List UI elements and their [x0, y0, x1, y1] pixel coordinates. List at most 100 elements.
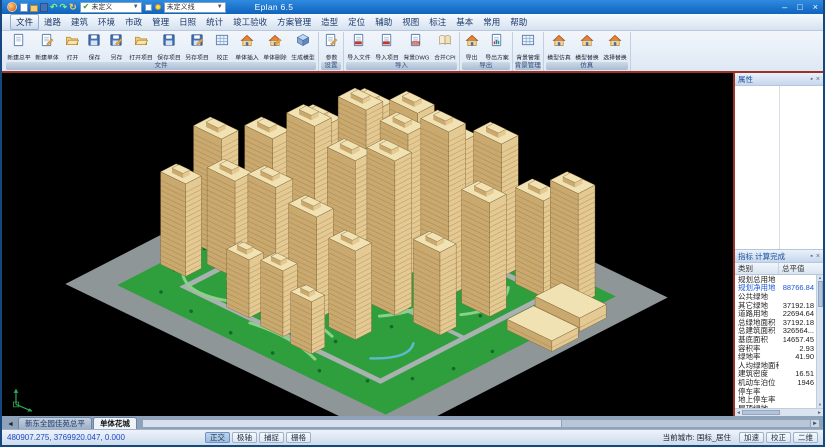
menu-item-环境[interactable]: 环境 [93, 15, 120, 29]
main-area: 属性 ▪ × 指标 计算完成 ▪ × 类别 总平值 规 [2, 71, 823, 416]
ribbon-button-label: 另存项目 [185, 53, 208, 62]
viewport-canvas[interactable] [2, 73, 733, 416]
二维-button[interactable]: 二维 [793, 432, 818, 443]
保存-button[interactable]: 保存 [83, 32, 105, 62]
menu-item-基本[interactable]: 基本 [451, 15, 478, 29]
house-icon [465, 33, 479, 52]
toggle-捕捉[interactable]: 捕捉 [259, 432, 284, 443]
minimize-button[interactable]: – [782, 3, 787, 12]
redo-icon[interactable]: ↷ [60, 3, 68, 12]
menu-item-常用[interactable]: 常用 [478, 15, 505, 29]
pin-icon[interactable]: ▪ [810, 76, 812, 83]
scroll-right-icon[interactable]: ► [816, 410, 823, 416]
ribbon-button-label: 打开项目 [129, 53, 152, 62]
背景DWG-button[interactable]: DWG背景DWG [401, 32, 432, 62]
参数-button[interactable]: 参数 [320, 32, 342, 62]
ribbon-button-label: 模型仿真 [547, 53, 570, 62]
document-tabs: 新东全园佳苑总平单体花城 [18, 417, 137, 429]
ribbon-group-导入: 导入文件导入项目DWG背景DWG合并CPI导入 [344, 32, 460, 71]
refresh-icon[interactable]: ↻ [69, 3, 77, 12]
properties-panel-header: 属性 ▪ × [735, 73, 823, 86]
ribbon-button-label: 模型替换 [575, 53, 598, 62]
保存项目-button[interactable]: 保存项目 [155, 32, 183, 62]
menu-item-帮助[interactable]: 帮助 [505, 15, 532, 29]
选择替换-button[interactable]: 选择替换 [601, 32, 629, 62]
menu-item-统计[interactable]: 统计 [201, 15, 228, 29]
scrollbar-thumb[interactable] [143, 420, 562, 427]
scroll-left-icon[interactable]: ◄ [735, 410, 742, 416]
menu-item-市政[interactable]: 市政 [120, 15, 147, 29]
menu-item-造型[interactable]: 造型 [316, 15, 343, 29]
scrollbar-thumb[interactable] [742, 410, 780, 415]
style-combobox[interactable]: ✔ 未定义 ▼ [80, 2, 142, 13]
背景管理-button[interactable]: 背景管理 [514, 32, 542, 62]
menu-item-方案管理[interactable]: 方案管理 [272, 15, 316, 29]
校正-button[interactable]: 校正 [766, 432, 791, 443]
import-icon [380, 33, 394, 52]
open-icon[interactable] [30, 5, 38, 12]
单体插入-button[interactable]: 单体插入 [233, 32, 261, 62]
导入项目-button[interactable]: 导入项目 [373, 32, 401, 62]
toggle-正交[interactable]: 正交 [205, 432, 230, 443]
layer-checkbox[interactable] [145, 4, 152, 11]
menu-item-视图[interactable]: 视图 [397, 15, 424, 29]
打开项目-button[interactable]: 打开项目 [127, 32, 155, 62]
restore-button[interactable]: □ [797, 3, 802, 12]
horizontal-scrollbar[interactable]: ◄ ► [735, 408, 823, 416]
校正-button[interactable]: 校正 [211, 32, 233, 62]
indicator-panel-title: 指标 计算完成 [738, 251, 785, 262]
linetype-combobox[interactable]: 未定义线 ▼ [164, 2, 226, 13]
生成模型-button[interactable]: 生成模型 [289, 32, 317, 62]
tab-scroll-left-icon[interactable]: ◄ [4, 421, 17, 429]
ribbon-button-label: 背景管理 [516, 53, 539, 62]
scrollbar-thumb[interactable] [818, 281, 823, 307]
另存项目-button[interactable]: 另存项目 [183, 32, 211, 62]
scroll-right-icon[interactable]: ► [810, 420, 819, 427]
另存-button[interactable]: 另存 [105, 32, 127, 62]
document-tab-单体花城[interactable]: 单体花城 [93, 417, 137, 429]
导出-button[interactable]: 导出 [461, 32, 483, 62]
ribbon-group-label: 设置 [321, 62, 341, 70]
vertical-scrollbar[interactable]: ▲ ▼ [816, 275, 823, 408]
ribbon-button-label: 校正 [216, 53, 228, 62]
menu-item-文件[interactable]: 文件 [10, 14, 39, 30]
pin-icon[interactable]: ▪ [810, 253, 812, 260]
menu-item-建筑[interactable]: 建筑 [66, 15, 93, 29]
ribbon-button-label: 背景DWG [403, 53, 429, 62]
menu-item-标注[interactable]: 标注 [424, 15, 451, 29]
close-icon[interactable]: × [816, 253, 820, 260]
indicator-table-body: 规划总用地规划净用地88766.84公共绿地其它绿地37192.18道路用地22… [735, 275, 823, 408]
save-icon[interactable] [40, 3, 48, 12]
导出方案-button[interactable]: 导出方案 [483, 32, 511, 62]
folder-icon [134, 33, 148, 52]
打开-button[interactable]: 打开 [61, 32, 83, 62]
document-tab-新东全园佳苑总平[interactable]: 新东全园佳苑总平 [18, 417, 92, 429]
模型仿真-button[interactable]: 模型仿真 [545, 32, 573, 62]
close-button[interactable]: × [813, 3, 818, 12]
menu-item-辅助[interactable]: 辅助 [370, 15, 397, 29]
menu-item-道路[interactable]: 道路 [39, 15, 66, 29]
new-icon[interactable] [20, 3, 28, 12]
新建总平-button[interactable]: 新建总平 [5, 32, 33, 62]
params-icon [324, 33, 338, 52]
menu-item-定位[interactable]: 定位 [343, 15, 370, 29]
加速-button[interactable]: 加速 [739, 432, 764, 443]
tab-horizontal-scrollbar[interactable]: ► [142, 419, 820, 428]
模型替换-button[interactable]: 模型替换 [573, 32, 601, 62]
toggle-极轴[interactable]: 极轴 [232, 432, 257, 443]
save-pencil-icon [190, 33, 204, 52]
ucs-axis-icon [16, 389, 32, 411]
合并CPI-button[interactable]: 合并CPI [432, 32, 458, 62]
toggle-栅格[interactable]: 栅格 [286, 432, 311, 443]
新建单体-button[interactable]: 新建单体 [33, 32, 61, 62]
menu-item-管理[interactable]: 管理 [147, 15, 174, 29]
current-city-label: 当前城市: 国标_居住 [663, 432, 731, 443]
menu-item-竣工验收[interactable]: 竣工验收 [228, 15, 272, 29]
导入文件-button[interactable]: 导入文件 [345, 32, 373, 62]
menu-item-日照[interactable]: 日照 [174, 15, 201, 29]
close-icon[interactable]: × [816, 76, 820, 83]
indicator-table-rows: 规划总用地规划净用地88766.84公共绿地其它绿地37192.18道路用地22… [735, 275, 816, 408]
undo-icon[interactable]: ↶ [50, 3, 58, 12]
单体删除-button[interactable]: 单体删除 [261, 32, 289, 62]
indicator-table-header: 类别 总平值 [735, 263, 823, 275]
